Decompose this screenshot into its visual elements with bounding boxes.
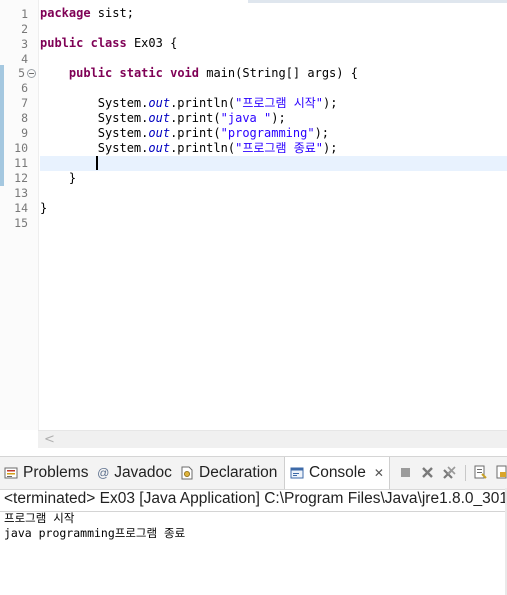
line-number: 6 <box>21 81 28 95</box>
views-tab-bar: Problems @ Javadoc Declaration Console ✕ <box>0 456 507 490</box>
tab-console[interactable]: Console ✕ <box>284 457 390 489</box>
line-number: 10 <box>14 141 28 155</box>
code-line: public class Ex03 { <box>40 36 507 51</box>
string-literal: "java " <box>220 111 272 125</box>
line-number: 11 <box>14 156 28 170</box>
code-text: ); <box>323 96 338 110</box>
toolbar-separator <box>465 465 466 481</box>
code-text: } <box>40 201 48 215</box>
javadoc-at-icon: @ <box>97 466 110 480</box>
scroll-lock-icon[interactable] <box>495 465 507 480</box>
code-text: .println( <box>170 96 236 110</box>
close-icon[interactable]: ✕ <box>374 466 384 480</box>
code-text: Ex03 { <box>126 36 178 50</box>
tab-label: Declaration <box>199 464 278 481</box>
code-text: System. <box>97 96 149 110</box>
stop-terminate-icon[interactable] <box>398 465 413 480</box>
code-line: package sist; <box>40 6 507 21</box>
field-out: out <box>148 141 171 155</box>
keyword: package <box>40 6 91 20</box>
line-number: 4 <box>21 52 28 66</box>
string-literal: "프로그램 종료" <box>235 141 324 155</box>
code-line: } <box>40 171 507 186</box>
editor-tab-strip <box>248 0 507 3</box>
code-line: System.out.print("programming"); <box>40 126 507 141</box>
code-line: System.out.println("프로그램 시작"); <box>40 96 507 111</box>
line-number: 15 <box>14 216 28 230</box>
tab-label: Problems <box>23 464 89 481</box>
code-text: ); <box>271 111 286 125</box>
line-number: 9 <box>21 126 28 140</box>
code-line: System.out.print("java "); <box>40 111 507 126</box>
code-text: System. <box>97 141 149 155</box>
line-number: 14 <box>14 201 28 215</box>
fold-collapse-icon[interactable] <box>27 69 36 78</box>
code-text: main(String[] args) { <box>199 66 358 80</box>
code-text: .print( <box>170 126 221 140</box>
field-out: out <box>148 96 171 110</box>
line-number-ruler: 1 2 3 4 5 6 7 8 9 10 11 12 13 14 15 <box>0 0 39 430</box>
tab-declaration[interactable]: Declaration <box>180 457 277 489</box>
clear-console-icon[interactable] <box>473 465 488 480</box>
line-number: 3 <box>21 37 28 51</box>
code-text: .print( <box>170 111 221 125</box>
code-line: public static void main(String[] args) { <box>40 66 507 81</box>
tab-javadoc[interactable]: @ Javadoc <box>97 457 172 489</box>
tab-label: Javadoc <box>114 464 172 481</box>
code-line: } <box>40 201 507 216</box>
line-number: 5 <box>18 66 25 80</box>
tab-label: Console <box>309 464 366 481</box>
keyword: public <box>40 36 84 50</box>
code-editor[interactable]: 1 2 3 4 5 6 7 8 9 10 11 12 13 14 15 pack… <box>0 0 507 452</box>
code-text: sist; <box>90 6 134 20</box>
remove-all-terminated-icon[interactable] <box>442 465 457 480</box>
remove-launch-icon[interactable] <box>420 465 435 480</box>
divider <box>0 511 507 512</box>
horizontal-scrollbar[interactable]: < <box>38 430 507 448</box>
console-output-line: 프로그램 시작 <box>4 511 75 525</box>
line-number: 8 <box>21 111 28 125</box>
current-line-highlight[interactable] <box>40 156 507 171</box>
keyword: class <box>90 36 127 50</box>
text-cursor <box>96 156 98 170</box>
console-status-line: <terminated> Ex03 [Java Application] C:\… <box>4 490 507 507</box>
line-number: 13 <box>14 186 28 200</box>
line-number: 7 <box>21 96 28 110</box>
code-text: ); <box>323 141 338 155</box>
keyword: void <box>170 66 199 80</box>
code-text: } <box>68 171 77 185</box>
code-text: System. <box>97 126 149 140</box>
code-text: .println( <box>170 141 236 155</box>
console-output-line: java programming프로그램 종료 <box>4 526 186 540</box>
line-number: 2 <box>21 22 28 36</box>
keyword: public <box>68 66 113 80</box>
code-line: System.out.println("프로그램 종료"); <box>40 141 507 156</box>
code-text: System. <box>97 111 149 125</box>
field-out: out <box>148 111 171 125</box>
code-text: ); <box>314 126 330 140</box>
console-icon <box>290 466 304 480</box>
line-number: 12 <box>14 171 28 185</box>
tab-problems[interactable]: Problems <box>4 457 88 489</box>
field-out: out <box>148 126 171 140</box>
keyword: static <box>119 66 163 80</box>
problems-icon <box>4 466 18 480</box>
line-number: 1 <box>21 7 28 21</box>
declaration-icon <box>180 466 194 480</box>
string-literal: "프로그램 시작" <box>235 96 324 110</box>
scroll-left-arrow-icon[interactable]: < <box>44 431 55 448</box>
string-literal: "programming" <box>220 126 315 140</box>
